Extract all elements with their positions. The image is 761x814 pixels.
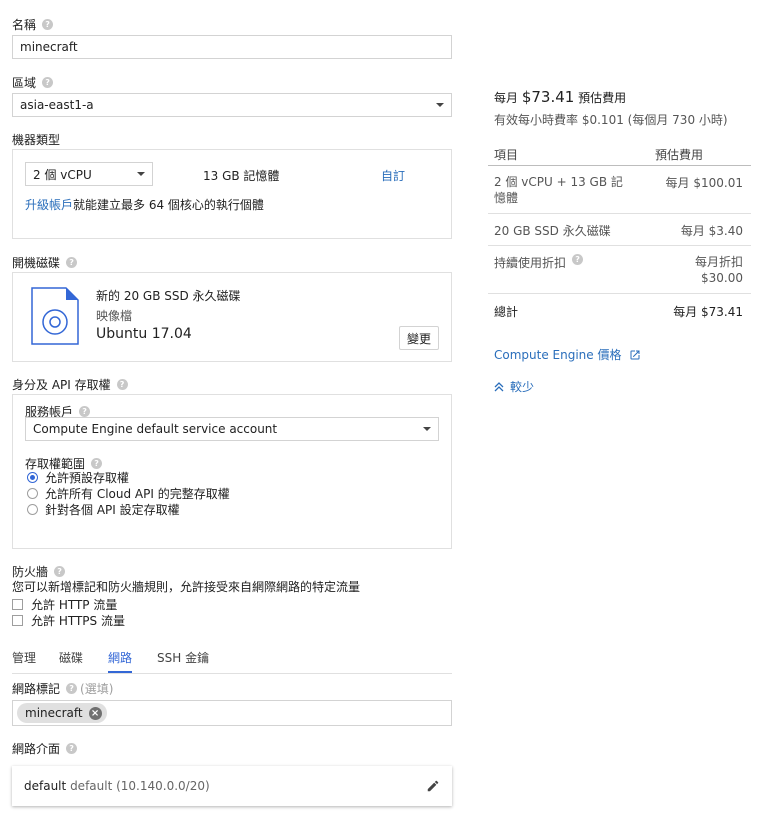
help-icon[interactable]: ? [91,458,103,469]
dropdown-arrow-icon [423,427,431,431]
monthly-estimate: 每月 $73.41 預估費用 [494,88,627,106]
identity-card: 服務帳戶 ? Compute Engine default service ac… [12,394,452,549]
checkbox[interactable] [12,598,23,610]
disk-title: 新的 20 GB SSD 永久磁碟 [96,289,241,303]
upgrade-account-link[interactable]: 升級帳戶 [25,198,73,212]
tab-networking[interactable]: 網路 [108,649,132,673]
dropdown-arrow-icon [137,172,145,176]
pricing-header: 項目 預估費用 [488,142,751,166]
tab-ssh-keys[interactable]: SSH 金鑰 [157,649,217,673]
chevron-up-icon [494,381,504,391]
help-icon[interactable]: ? [116,379,128,390]
tab-disks[interactable]: 磁碟 [59,649,108,673]
tag-chip: minecraft × [17,703,107,723]
help-icon[interactable]: ? [66,743,78,754]
help-icon[interactable]: ? [66,257,78,268]
monthly-amount: $73.41 [521,88,575,106]
open-in-new-icon [630,350,640,359]
pricing-link[interactable]: Compute Engine 價格 [494,346,641,363]
dropdown-arrow-icon [436,103,444,107]
help-icon[interactable]: ? [572,254,584,265]
show-less-link[interactable]: 較少 [494,378,534,395]
remove-tag-icon[interactable]: × [88,706,102,720]
memory-text: 13 GB 記憶體 [203,169,280,183]
image-label: 映像檔 [96,309,133,323]
machine-type-card: 2 個 vCPU 13 GB 記憶體 自訂 升級帳戶就能建立最多 64 個核心的… [12,149,452,239]
name-label: 名稱 ? [12,16,54,33]
network-interfaces-label: 網路介面 ? [12,740,78,757]
network-tags-label: 網路標記 ? (選填) [12,682,114,696]
interface-name: default [24,779,67,793]
access-option-full[interactable]: 允許所有 Cloud API 的完整存取權 [27,485,230,501]
network-interface-card[interactable]: default default (10.140.0.0/20) [12,766,452,806]
custom-link[interactable]: 自訂 [381,167,405,184]
tabs-bar: 管理 磁碟 網路 SSH 金鑰 [12,649,452,674]
pricing-row: 20 GB SSD 永久磁碟 每月 $3.40 [488,214,751,246]
image-name: Ubuntu 17.04 [96,326,192,342]
allow-https-checkbox[interactable]: 允許 HTTPS 流量 [12,612,125,628]
disk-icon [31,287,79,345]
boot-disk-card: 新的 20 GB SSD 永久磁碟 映像檔 Ubuntu 17.04 變更 [12,272,452,362]
radio-unselected[interactable] [27,503,38,515]
help-icon[interactable]: ? [66,683,78,694]
radio-selected[interactable] [27,471,38,483]
change-button[interactable]: 變更 [399,326,439,350]
hourly-rate: 有效每小時費率 $0.101 (每個月 730 小時) [494,113,728,127]
identity-label: 身分及 API 存取權 ? [12,376,128,393]
help-icon[interactable]: ? [42,77,54,88]
access-option-custom[interactable]: 針對各個 API 設定存取權 [27,501,180,517]
zone-select[interactable]: asia-east1-a [12,93,452,117]
zone-label: 區域 ? [12,74,54,91]
pricing-row: 持續使用折扣 ? 每月折扣 $30.00 [488,246,751,294]
access-option-default[interactable]: 允許預設存取權 [27,469,129,485]
firewall-description: 您可以新增標記和防火牆規則，允許接受來自網際網路的特定流量 [12,580,361,594]
tab-management[interactable]: 管理 [12,649,59,673]
service-account-select[interactable]: Compute Engine default service account [25,417,439,441]
interface-detail: default (10.140.0.0/20) [70,779,210,793]
pricing-total: 總計 每月 $73.41 [494,305,743,319]
upgrade-text: 就能建立最多 64 個核心的執行個體 [73,198,264,212]
checkbox[interactable] [12,614,23,626]
boot-disk-label: 開機磁碟 ? [12,254,78,271]
machine-type-label: 機器類型 [12,133,61,147]
pricing-table: 項目 預估費用 2 個 vCPU + 13 GB 記憶體 每月 $100.01 … [488,142,751,326]
cpu-select[interactable]: 2 個 vCPU [25,162,153,186]
network-tags-input[interactable]: minecraft × [12,700,452,726]
help-icon[interactable]: ? [54,566,66,577]
help-icon[interactable]: ? [79,406,91,417]
name-input[interactable]: minecraft [12,35,452,59]
edit-pencil-icon[interactable] [426,779,440,793]
pricing-row: 2 個 vCPU + 13 GB 記憶體 每月 $100.01 [488,166,751,214]
allow-http-checkbox[interactable]: 允許 HTTP 流量 [12,596,117,612]
help-icon[interactable]: ? [42,19,54,30]
radio-unselected[interactable] [27,487,38,499]
